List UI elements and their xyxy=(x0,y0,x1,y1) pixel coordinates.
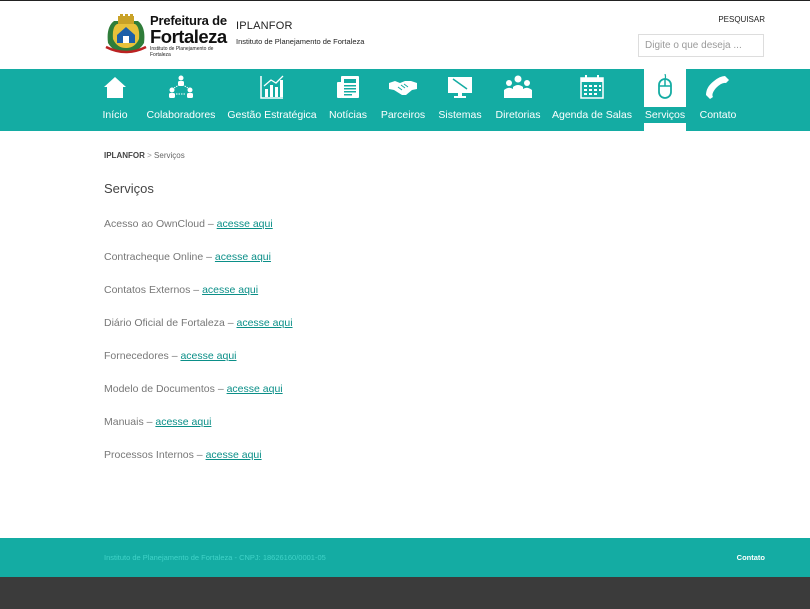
service-link-diario-oficial[interactable]: acesse aqui xyxy=(236,317,292,329)
breadcrumb-current: Serviços xyxy=(154,151,185,160)
nav-item-servicos[interactable]: Serviços xyxy=(644,69,686,131)
service-link-fornecedores[interactable]: acesse aqui xyxy=(180,350,236,362)
service-name: Manuais – xyxy=(104,416,153,428)
search-input[interactable] xyxy=(638,34,764,57)
list-item: Fornecedores – acesse aqui xyxy=(104,350,293,383)
service-name: Diário Oficial de Fortaleza – xyxy=(104,317,234,329)
page-title: Serviços xyxy=(104,181,154,196)
home-icon xyxy=(104,77,126,98)
nav-label: Notícias xyxy=(329,109,367,121)
list-item: Contatos Externos – acesse aqui xyxy=(104,284,293,317)
nav-label: Gestão Estratégica xyxy=(227,109,317,121)
list-item: Diário Oficial de Fortaleza – acesse aqu… xyxy=(104,317,293,350)
list-item: Manuais – acesse aqui xyxy=(104,416,293,449)
service-name: Processos Internos – xyxy=(104,449,203,461)
services-list: Acesso ao OwnCloud – acesse aqui Contrac… xyxy=(104,218,293,482)
service-link-processos-internos[interactable]: acesse aqui xyxy=(206,449,262,461)
nav-item-contato[interactable]: Contato xyxy=(696,69,740,131)
nav-label: Colaboradores xyxy=(146,109,216,121)
site-header: Prefeitura de Fortaleza Instituto de Pla… xyxy=(0,1,810,69)
list-item: Modelo de Documentos – acesse aqui xyxy=(104,383,293,416)
bottom-bar xyxy=(0,577,810,609)
footer-contact-link[interactable]: Contato xyxy=(737,553,765,562)
search-label: PESQUISAR xyxy=(718,15,765,24)
handshake-icon xyxy=(389,81,417,95)
nav-item-sistemas[interactable]: Sistemas xyxy=(436,69,484,131)
list-item: Acesso ao OwnCloud – acesse aqui xyxy=(104,218,293,251)
service-link-contracheque[interactable]: acesse aqui xyxy=(215,251,271,263)
service-name: Contatos Externos – xyxy=(104,284,200,296)
breadcrumb: IPLANFOR > Serviços xyxy=(104,151,185,160)
nav-item-parceiros[interactable]: Parceiros xyxy=(378,69,428,131)
phone-icon xyxy=(706,76,729,99)
org-subtitle: Instituto de Planejamento de Fortaleza xyxy=(236,37,365,46)
nav-item-diretorias[interactable]: Diretorias xyxy=(492,69,544,131)
nav-item-colaboradores[interactable]: Colaboradores xyxy=(142,69,220,131)
service-name: Modelo de Documentos – xyxy=(104,383,224,395)
nav-item-agenda-de-salas[interactable]: Agenda de Salas xyxy=(550,69,634,131)
nav-label: Início xyxy=(102,109,128,121)
nav-label: Diretorias xyxy=(495,109,541,121)
logo-line-2: Fortaleza xyxy=(150,26,227,47)
nav-item-gestao-estrategica[interactable]: Gestão Estratégica xyxy=(226,69,318,131)
org-name: IPLANFOR xyxy=(236,20,293,32)
mouse-icon xyxy=(658,74,672,99)
nav-item-inicio[interactable]: Início xyxy=(96,69,134,131)
list-item: Contracheque Online – acesse aqui xyxy=(104,251,293,284)
service-name: Acesso ao OwnCloud – xyxy=(104,218,214,230)
nav-item-noticias[interactable]: Notícias xyxy=(326,69,370,131)
prefeitura-logo[interactable]: Prefeitura de Fortaleza Instituto de Pla… xyxy=(104,11,228,57)
network-icon xyxy=(169,75,193,98)
breadcrumb-home-link[interactable]: IPLANFOR xyxy=(104,151,145,160)
breadcrumb-separator: > xyxy=(147,151,152,160)
site-footer: Instituto de Planejamento de Fortaleza -… xyxy=(0,538,810,577)
main-nav: Início Colaboradores Gestão Estratégica … xyxy=(0,69,810,131)
coat-of-arms-icon xyxy=(105,14,147,54)
org-block: IPLANFOR Instituto de Planejamento de Fo… xyxy=(236,20,364,46)
nav-label: Contato xyxy=(699,109,737,121)
service-name: Fornecedores – xyxy=(104,350,178,362)
service-link-contatos-externos[interactable]: acesse aqui xyxy=(202,284,258,296)
service-link-modelo-documentos[interactable]: acesse aqui xyxy=(227,383,283,395)
nav-label: Sistemas xyxy=(438,109,482,121)
nav-label: Parceiros xyxy=(380,109,426,121)
service-name: Contracheque Online – xyxy=(104,251,212,263)
group-icon xyxy=(504,75,532,98)
chart-icon xyxy=(260,75,284,99)
calendar-icon xyxy=(580,75,604,99)
nav-label: Agenda de Salas xyxy=(552,109,632,121)
nav-label: Serviços xyxy=(644,107,686,123)
monitor-icon xyxy=(448,77,472,98)
service-link-owncloud[interactable]: acesse aqui xyxy=(217,218,273,230)
newspaper-icon xyxy=(337,76,359,98)
service-link-manuais[interactable]: acesse aqui xyxy=(155,416,211,428)
list-item: Processos Internos – acesse aqui xyxy=(104,449,293,482)
logo-line-3: Instituto de Planejamento de Fortaleza xyxy=(150,46,214,58)
footer-org-info: Instituto de Planejamento de Fortaleza -… xyxy=(104,553,326,562)
